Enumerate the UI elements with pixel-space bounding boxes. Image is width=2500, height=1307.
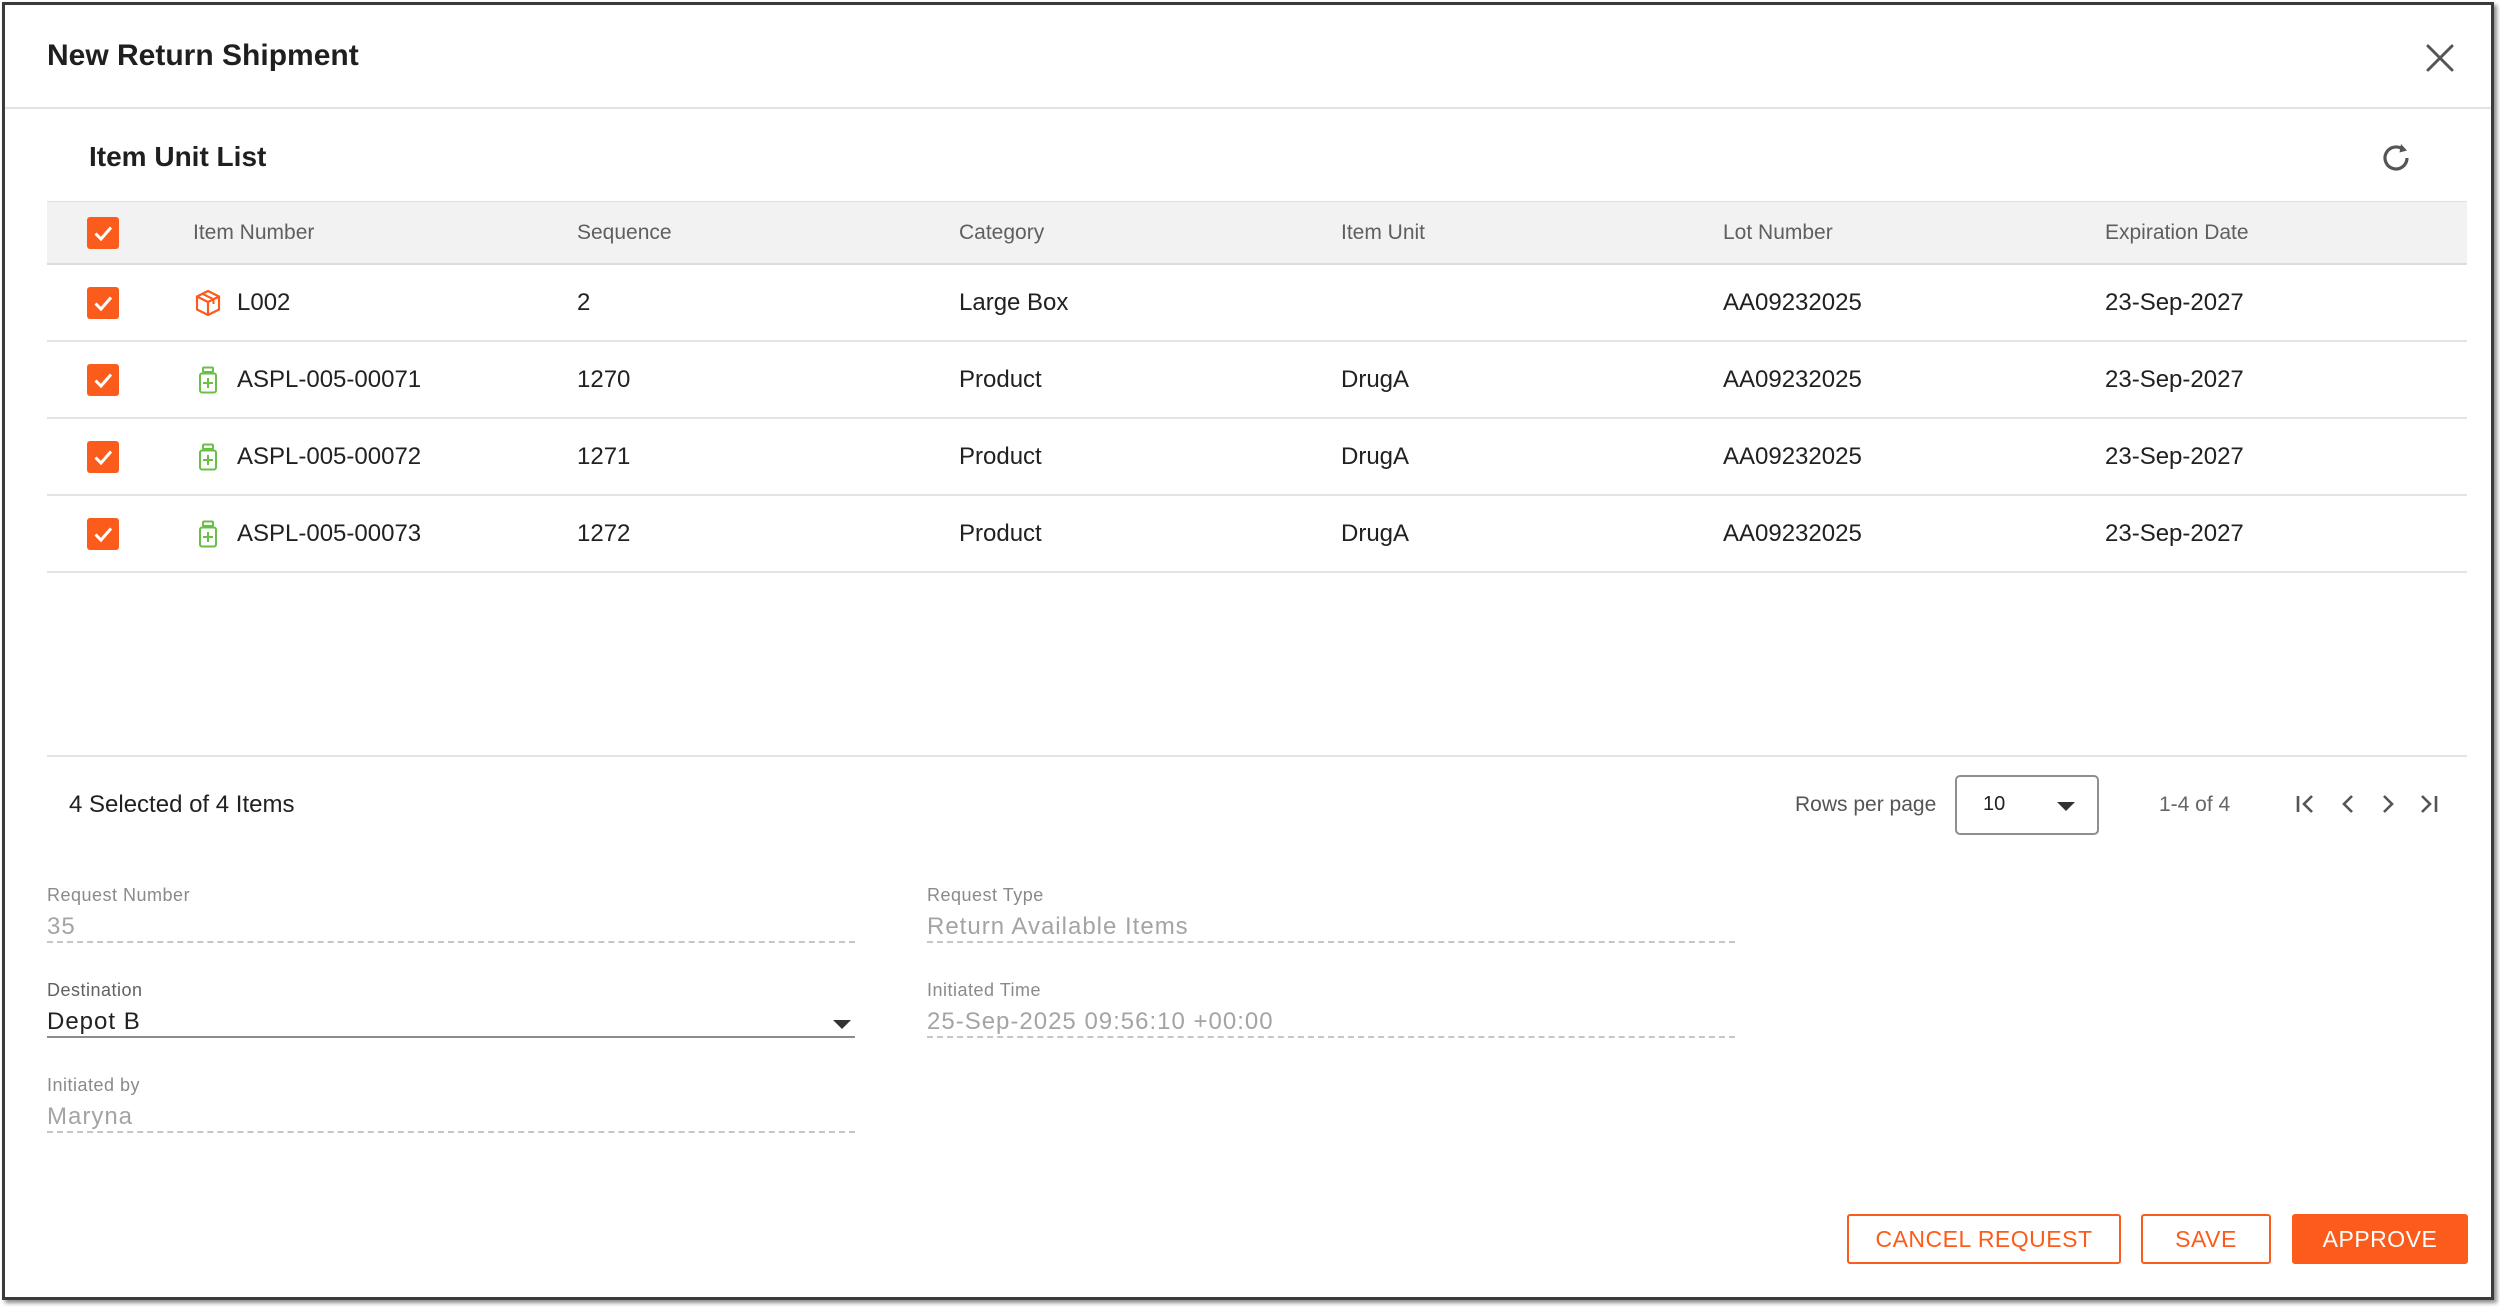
item-number-text: ASPL-005-00072 (237, 442, 422, 470)
item-number-text: ASPL-005-00073 (237, 519, 422, 547)
initiated-time-label: Initiated Time (927, 980, 1042, 1000)
request-number-label: Request Number (47, 885, 191, 905)
table-row[interactable]: ASPL-005-00073 1272 Product DrugA AA0923… (47, 496, 2467, 573)
category-cell: Product (959, 442, 1042, 470)
header-sequence[interactable]: Sequence (577, 202, 672, 263)
item-unit-cell: DrugA (1341, 519, 1410, 547)
table-row[interactable]: ASPL-005-00071 1270 Product DrugA AA0923… (47, 342, 2467, 419)
table-row[interactable]: L002 2 Large Box AA09232025 23-Sep-2027 (47, 265, 2467, 342)
header-category[interactable]: Category (959, 202, 1044, 263)
approve-button[interactable]: APPROVE (2292, 1214, 2468, 1264)
row-checkbox[interactable] (87, 440, 119, 473)
table-footer: 4 Selected of 4 Items Rows per page 10 1… (47, 755, 2467, 851)
save-button[interactable]: SAVE (2141, 1214, 2271, 1264)
row-checkbox[interactable] (87, 286, 119, 319)
expiration-date-cell: 23-Sep-2027 (2105, 365, 2244, 393)
rows-per-page-select[interactable]: 10 (1955, 775, 2099, 835)
rows-per-page-label: Rows per page (1795, 793, 1937, 816)
header-item-unit[interactable]: Item Unit (1341, 202, 1425, 263)
medicine-bottle-icon (193, 365, 223, 395)
request-number-value: 35 (47, 909, 855, 943)
initiated-time-field: Initiated Time 25-Sep-2025 09:56:10 +00:… (927, 980, 1735, 1038)
item-number-text: L002 (237, 288, 291, 316)
item-number-text: ASPL-005-00071 (237, 365, 422, 393)
category-cell: Product (959, 365, 1042, 393)
medicine-bottle-icon (193, 442, 223, 472)
header-expiration-date[interactable]: Expiration Date (2105, 202, 2249, 263)
lot-number-cell: AA09232025 (1723, 365, 1862, 393)
previous-page-icon[interactable] (2333, 789, 2363, 819)
header-item-number[interactable]: Item Number (193, 202, 314, 263)
chevron-down-icon (833, 1020, 851, 1029)
item-unit-cell: DrugA (1341, 365, 1410, 393)
destination-select[interactable]: Depot B (47, 1004, 855, 1038)
destination-field[interactable]: Destination Depot B (47, 980, 855, 1038)
next-page-icon[interactable] (2373, 789, 2403, 819)
row-checkbox[interactable] (87, 363, 119, 396)
medicine-bottle-icon (193, 519, 223, 549)
new-return-shipment-dialog: New Return Shipment Item Unit List Item … (2, 2, 2494, 1300)
box-icon (193, 288, 223, 318)
request-type-field: Request Type Return Available Items (927, 885, 1735, 943)
selection-count: 4 Selected of 4 Items (69, 791, 295, 818)
initiated-by-field: Initiated by Maryna (47, 1075, 855, 1133)
table-row[interactable]: ASPL-005-00072 1271 Product DrugA AA0923… (47, 419, 2467, 496)
lot-number-cell: AA09232025 (1723, 442, 1862, 470)
expiration-date-cell: 23-Sep-2027 (2105, 519, 2244, 547)
row-checkbox[interactable] (87, 517, 119, 550)
dialog-title: New Return Shipment (47, 39, 359, 72)
select-all-checkbox[interactable] (87, 216, 119, 249)
expiration-date-cell: 23-Sep-2027 (2105, 442, 2244, 470)
rows-per-page-value: 10 (1983, 793, 2006, 815)
destination-value: Depot B (47, 1008, 141, 1035)
initiated-by-label: Initiated by (47, 1075, 141, 1095)
sequence-cell: 2 (577, 288, 591, 316)
sequence-cell: 1272 (577, 519, 631, 547)
initiated-time-value: 25-Sep-2025 09:56:10 +00:00 (927, 1004, 1735, 1038)
pagination-range: 1-4 of 4 (2159, 793, 2231, 816)
category-cell: Large Box (959, 288, 1069, 316)
initiated-by-value: Maryna (47, 1099, 855, 1133)
category-cell: Product (959, 519, 1042, 547)
cancel-request-button[interactable]: CANCEL REQUEST (1847, 1214, 2121, 1264)
request-type-label: Request Type (927, 885, 1044, 905)
header-lot-number[interactable]: Lot Number (1723, 202, 1833, 263)
sequence-cell: 1271 (577, 442, 631, 470)
expiration-date-cell: 23-Sep-2027 (2105, 288, 2244, 316)
item-unit-list-title: Item Unit List (89, 141, 267, 172)
dropdown-arrow-icon (2057, 802, 2075, 811)
item-unit-table: Item Number Sequence Category Item Unit … (47, 201, 2467, 573)
request-number-field: Request Number 35 (47, 885, 855, 943)
destination-label: Destination (47, 980, 143, 1000)
close-icon[interactable] (2423, 41, 2457, 75)
lot-number-cell: AA09232025 (1723, 288, 1862, 316)
table-header-row: Item Number Sequence Category Item Unit … (47, 201, 2467, 265)
item-unit-cell: DrugA (1341, 442, 1410, 470)
first-page-icon[interactable] (2291, 789, 2321, 819)
request-type-value: Return Available Items (927, 909, 1735, 943)
refresh-icon[interactable] (2377, 139, 2415, 177)
last-page-icon[interactable] (2413, 789, 2443, 819)
lot-number-cell: AA09232025 (1723, 519, 1862, 547)
sequence-cell: 1270 (577, 365, 631, 393)
dialog-header: New Return Shipment (5, 5, 2491, 109)
